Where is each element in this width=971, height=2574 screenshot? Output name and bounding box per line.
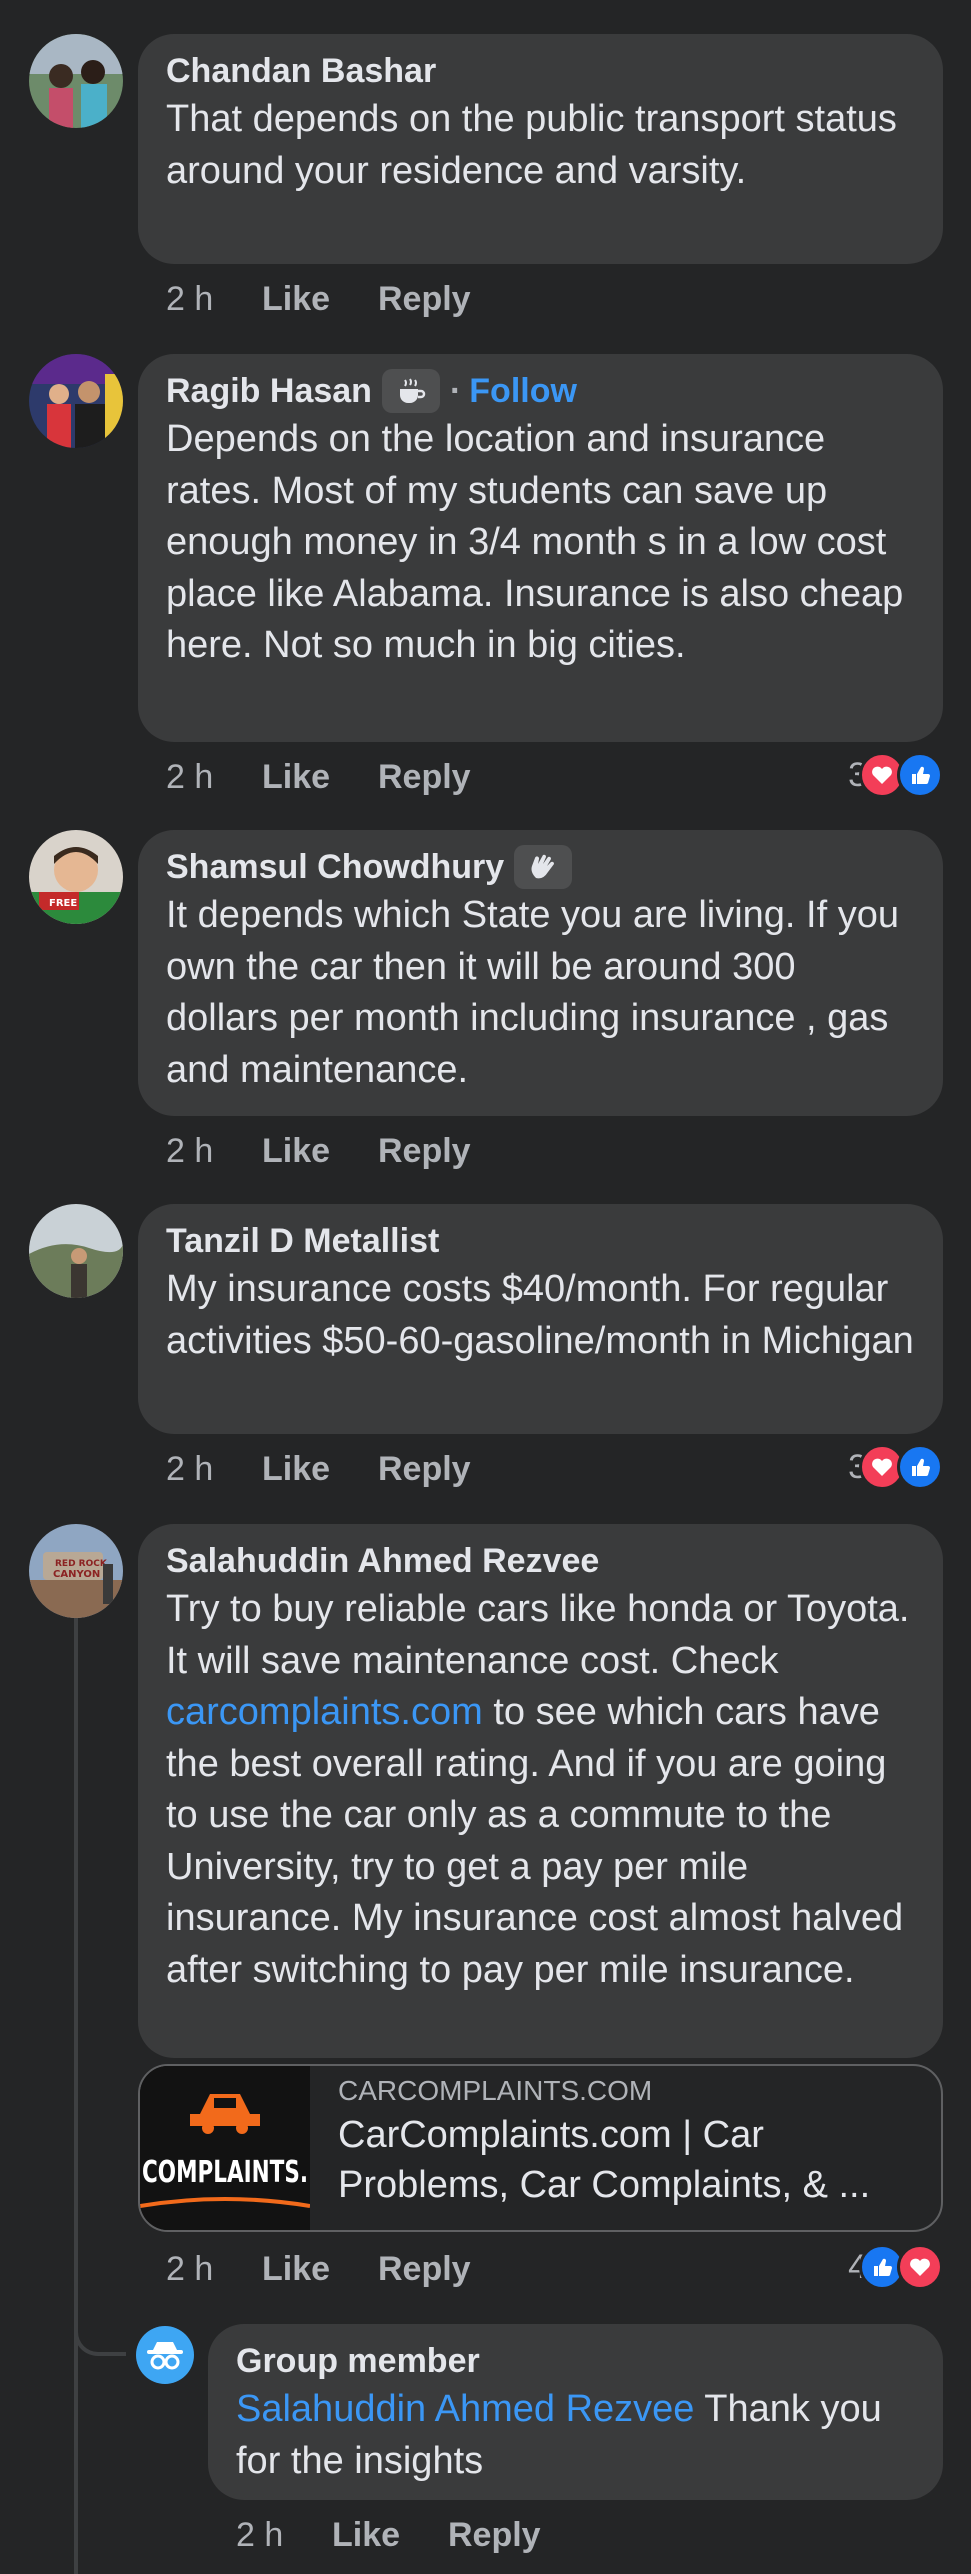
reaction-summary[interactable]: 3 bbox=[848, 752, 943, 798]
follow-button[interactable]: Follow bbox=[469, 368, 577, 414]
reply-connector bbox=[74, 2300, 126, 2356]
reply-button[interactable]: Reply bbox=[378, 1450, 471, 1489]
avatar[interactable] bbox=[29, 34, 123, 128]
comment-text-part: Try to buy reliable cars like honda or T… bbox=[166, 1588, 910, 1682]
comment-bubble: Shamsul Chowdhury It depends which State… bbox=[138, 830, 943, 1116]
thread-line bbox=[74, 1618, 78, 2574]
comment-actions: 2 h Like Reply bbox=[166, 758, 471, 797]
reaction-summary[interactable]: 4 bbox=[848, 2244, 943, 2290]
comment-time[interactable]: 2 h bbox=[236, 2516, 332, 2555]
avatar[interactable]: RED ROCK CANYON bbox=[29, 1524, 123, 1618]
like-button[interactable]: Like bbox=[262, 1132, 378, 1171]
comment-actions: 2 h Like Reply bbox=[166, 280, 471, 319]
waving-hand-icon bbox=[514, 845, 573, 889]
comment-actions: 2 h Like Reply bbox=[166, 1450, 471, 1489]
separator: · bbox=[449, 372, 462, 410]
comment-time[interactable]: 2 h bbox=[166, 2250, 262, 2289]
commenter-name[interactable]: Shamsul Chowdhury bbox=[166, 844, 504, 890]
coffee-cup-icon bbox=[381, 369, 440, 413]
avatar-text: RED ROCK bbox=[55, 1559, 108, 1569]
commenter-header: Ragib Hasan · Follow bbox=[166, 368, 915, 414]
comment-bubble: Salahuddin Ahmed Rezvee Try to buy relia… bbox=[138, 1524, 943, 2058]
like-button[interactable]: Like bbox=[262, 280, 378, 319]
svg-text:FREE: FREE bbox=[49, 898, 77, 909]
comment-time[interactable]: 2 h bbox=[166, 758, 262, 797]
comment-text: Try to buy reliable cars like honda or T… bbox=[166, 1584, 915, 1996]
comment-text: It depends which State you are living. I… bbox=[166, 894, 899, 1091]
heart-icon bbox=[897, 2244, 943, 2290]
avatar[interactable]: FREE bbox=[29, 830, 123, 924]
mention-link[interactable]: Salahuddin Ahmed Rezvee bbox=[236, 2388, 694, 2430]
link-preview-text: CARCOMPLAINTS.COM CarComplaints.com | Ca… bbox=[338, 2072, 921, 2210]
reply-button[interactable]: Reply bbox=[378, 2250, 471, 2289]
link-preview-domain: CARCOMPLAINTS.COM bbox=[338, 2075, 653, 2106]
comment-text: That depends on the public transport sta… bbox=[166, 98, 897, 192]
comment-bubble: Chandan Bashar That depends on the publi… bbox=[138, 34, 943, 264]
link-preview[interactable]: COMPLAINTS. CARCOMPLAINTS.COM CarComplai… bbox=[138, 2064, 943, 2232]
comment-text: Salahuddin Ahmed Rezvee Thank you for th… bbox=[236, 2384, 915, 2487]
comment-time[interactable]: 2 h bbox=[166, 280, 262, 319]
commenter-name[interactable]: Group member bbox=[236, 2338, 915, 2384]
comment-bubble: Tanzil D Metallist My insurance costs $4… bbox=[138, 1204, 943, 1434]
comment-time[interactable]: 2 h bbox=[166, 1132, 262, 1171]
avatar[interactable] bbox=[29, 1204, 123, 1298]
comment-link[interactable]: carcomplaints.com bbox=[166, 1691, 483, 1733]
thumbs-up-icon bbox=[897, 1444, 943, 1490]
link-preview-title: CarComplaints.com | Car Problems, Car Co… bbox=[338, 2114, 871, 2206]
link-preview-thumbnail: COMPLAINTS. bbox=[140, 2066, 311, 2230]
comment-actions: 2 h Like Reply bbox=[166, 1132, 471, 1171]
anonymous-member-icon[interactable] bbox=[136, 2326, 194, 2384]
comment-actions: 2 h Like Reply bbox=[166, 2250, 471, 2289]
avatar-text: CANYON bbox=[53, 1569, 100, 1580]
avatar[interactable] bbox=[29, 354, 123, 448]
commenter-name[interactable]: Ragib Hasan bbox=[166, 368, 372, 414]
comment-bubble: Ragib Hasan · Follow Depends on the loca… bbox=[138, 354, 943, 742]
comment-text: My insurance costs $40/month. For regula… bbox=[166, 1268, 914, 1362]
commenter-name[interactable]: Chandan Bashar bbox=[166, 48, 915, 94]
comment-bubble: Group member Salahuddin Ahmed Rezvee Tha… bbox=[208, 2324, 943, 2500]
thumbnail-text: COMPLAINTS. bbox=[142, 2155, 308, 2190]
reply-button[interactable]: Reply bbox=[378, 758, 471, 797]
reply-button[interactable]: Reply bbox=[378, 280, 471, 319]
like-button[interactable]: Like bbox=[262, 758, 378, 797]
commenter-header: Shamsul Chowdhury bbox=[166, 844, 915, 890]
like-button[interactable]: Like bbox=[332, 2516, 448, 2555]
comment-actions: 2 h Like Reply bbox=[236, 2516, 541, 2555]
commenter-name[interactable]: Salahuddin Ahmed Rezvee bbox=[166, 1538, 915, 1584]
commenter-name[interactable]: Tanzil D Metallist bbox=[166, 1218, 915, 1264]
reply-button[interactable]: Reply bbox=[378, 1132, 471, 1171]
thumbs-up-icon bbox=[897, 752, 943, 798]
like-button[interactable]: Like bbox=[262, 2250, 378, 2289]
comment-time[interactable]: 2 h bbox=[166, 1450, 262, 1489]
reaction-summary[interactable]: 3 bbox=[848, 1444, 943, 1490]
comment-text: Depends on the location and insurance ra… bbox=[166, 418, 904, 666]
comment-text-part: to see which cars have the best overall … bbox=[166, 1691, 904, 1991]
reply-button[interactable]: Reply bbox=[448, 2516, 541, 2555]
like-button[interactable]: Like bbox=[262, 1450, 378, 1489]
